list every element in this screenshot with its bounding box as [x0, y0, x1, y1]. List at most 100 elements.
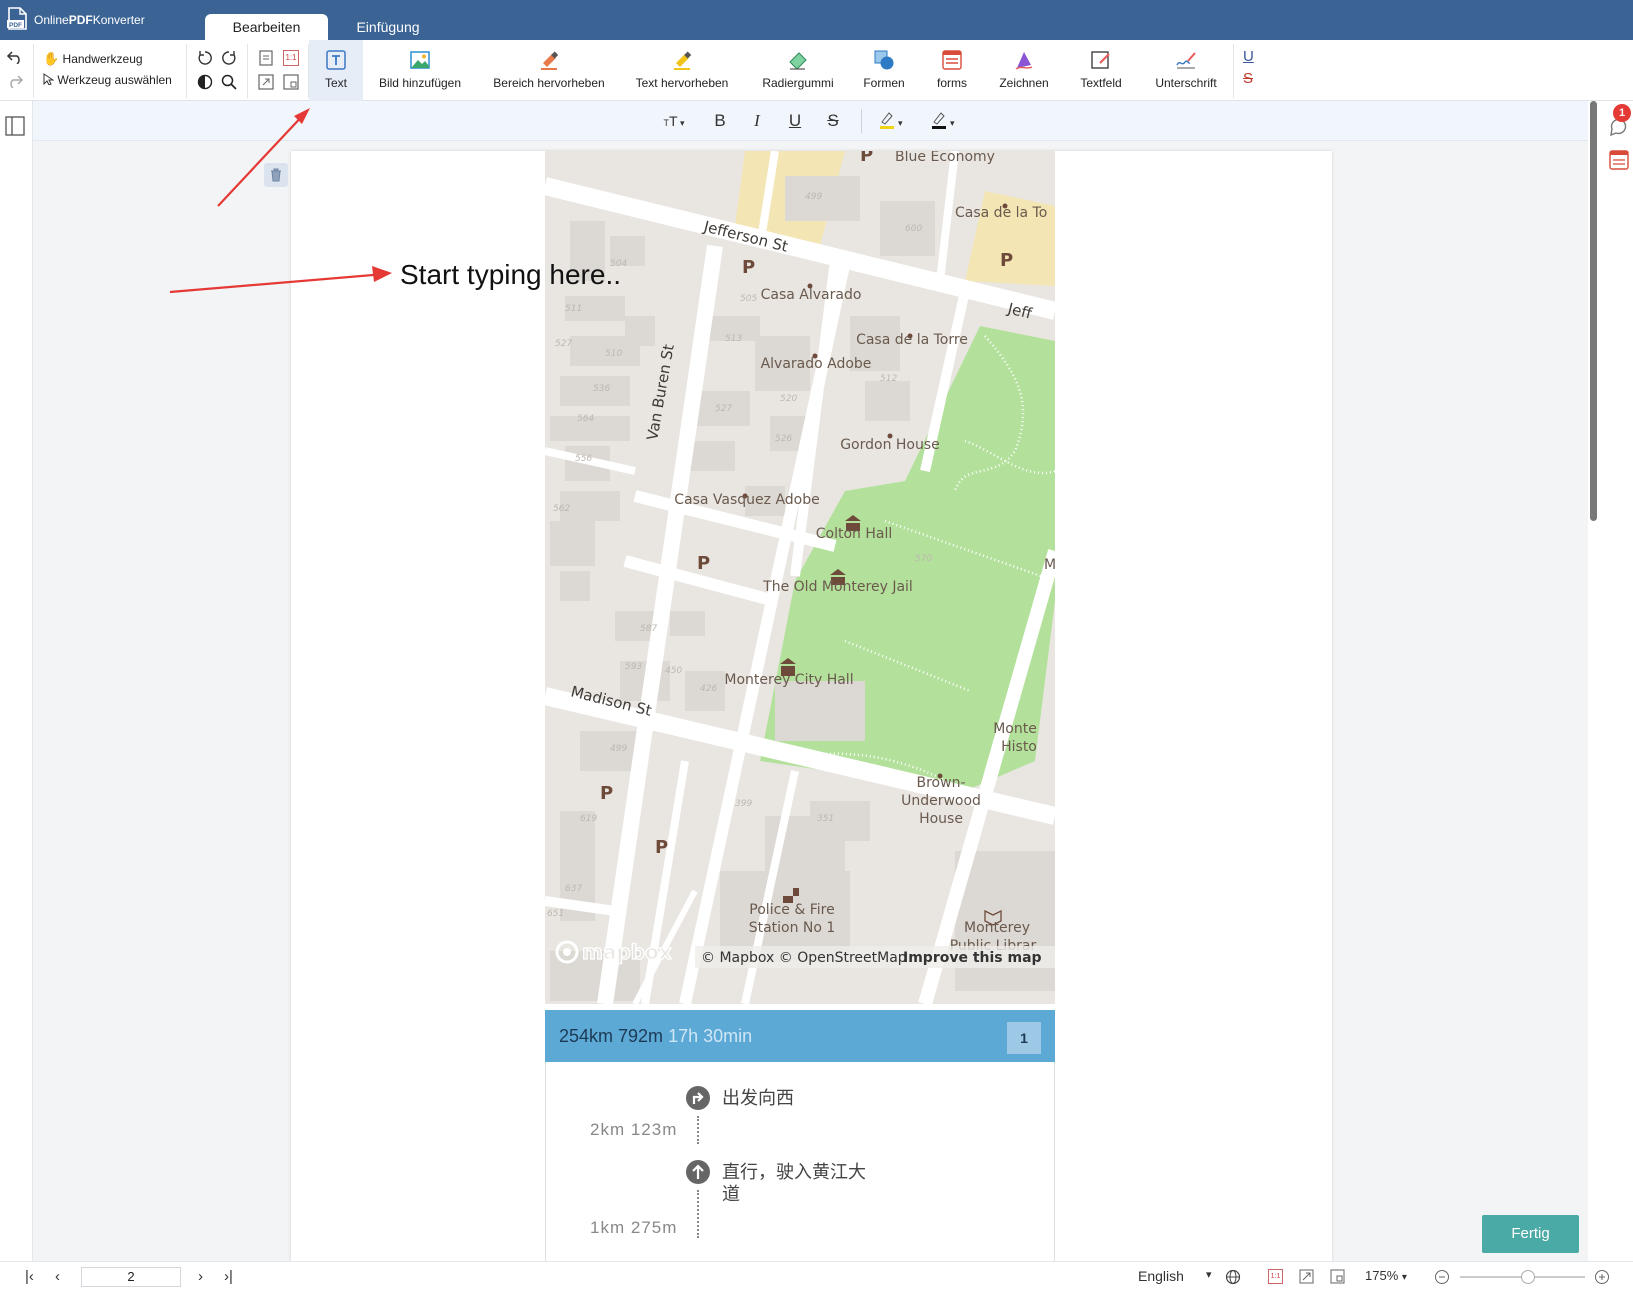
- redo-icon[interactable]: [6, 74, 24, 88]
- font-size-dropdown[interactable]: TT ▾: [659, 109, 689, 133]
- expand-icon[interactable]: [258, 74, 274, 90]
- route-step-text-cont: 道: [722, 1184, 740, 1204]
- svg-text:PDF: PDF: [9, 22, 22, 29]
- fit-width-icon[interactable]: [1299, 1269, 1314, 1284]
- strikethrough-button[interactable]: S: [823, 109, 843, 133]
- done-button[interactable]: Fertig: [1482, 1215, 1579, 1253]
- place-label: Casa de la Torre: [856, 332, 968, 348]
- text-input-placeholder[interactable]: Start typing here..: [400, 259, 621, 291]
- route-map: 499 600 505 504 511 527 510 513 512 536 …: [545, 151, 1055, 1004]
- map-number: 499: [610, 744, 627, 754]
- page-number-input[interactable]: 2: [81, 1267, 181, 1287]
- first-page-icon[interactable]: |‹: [25, 1268, 34, 1285]
- rotate-right-icon[interactable]: [221, 50, 237, 66]
- actual-size-icon[interactable]: 1:1: [283, 50, 299, 66]
- scroll-thumb[interactable]: [1590, 101, 1597, 521]
- textbox-label: Textfeld: [1080, 76, 1122, 90]
- highlight-color-dropdown[interactable]: ▾: [874, 109, 908, 133]
- next-page-icon[interactable]: ›: [198, 1268, 203, 1285]
- pdf-page[interactable]: 499 600 505 504 511 527 510 513 512 536 …: [264, 151, 1332, 1261]
- straight-arrow-icon: [686, 1160, 710, 1184]
- place-label: Monterey: [964, 920, 1030, 936]
- chevron-down-icon[interactable]: ▾: [1206, 1268, 1212, 1281]
- fit-page-icon[interactable]: [1330, 1269, 1345, 1284]
- improve-map-link[interactable]: Improve this map: [903, 950, 1042, 966]
- textbox-button[interactable]: Textfeld: [1074, 40, 1128, 101]
- place-label: Monterey City Hall: [724, 672, 853, 688]
- underline-tool-button[interactable]: U: [1243, 48, 1254, 65]
- place-label: Brown-: [917, 775, 966, 791]
- textbox-icon: [1091, 51, 1110, 69]
- zoom-icon[interactable]: [221, 74, 237, 90]
- eraser-button[interactable]: Radiergummi: [754, 40, 842, 101]
- tab-einfuegung[interactable]: Einfügung: [342, 14, 434, 40]
- text-color-dropdown[interactable]: ▾: [926, 109, 960, 133]
- rotate-left-icon[interactable]: [197, 50, 213, 66]
- route-step-text: 直行，驶入黄江大: [722, 1162, 866, 1182]
- parking-marker: P: [600, 783, 613, 804]
- draw-button[interactable]: Zeichnen: [992, 40, 1056, 101]
- highlight-area-button[interactable]: Bereich hervorheben: [488, 40, 610, 101]
- cursor-icon: [43, 73, 55, 86]
- toolbar: ✋ Handwerkzeug Werkzeug auswählen 1:1 Te…: [0, 40, 1633, 101]
- place-label: Underwood: [901, 793, 981, 809]
- vertical-scrollbar[interactable]: [1590, 101, 1598, 1261]
- map-number: 600: [905, 224, 922, 234]
- eraser-icon: [789, 52, 807, 70]
- eraser-label: Radiergummi: [762, 76, 834, 90]
- place-label: Gordon House: [840, 437, 940, 453]
- place-label: Colton Hall: [816, 526, 893, 542]
- route-steps: 出发向西 2km 123m 直行，驶入黄江大 道 1km 275m: [545, 1062, 1055, 1261]
- text-tool-button[interactable]: Text: [309, 40, 363, 101]
- map-number: 351: [817, 814, 834, 824]
- hand-tool-button[interactable]: ✋ Handwerkzeug: [43, 51, 143, 67]
- map-number: 520: [780, 394, 797, 404]
- signature-label: Unterschrift: [1155, 76, 1217, 90]
- bold-button[interactable]: B: [710, 109, 730, 133]
- route-step-text: 出发向西: [722, 1088, 794, 1108]
- notification-badge: 1: [1613, 104, 1631, 122]
- route-distance: 254km 792m 17h 30min: [559, 1026, 753, 1046]
- draw-icon: [1015, 52, 1033, 70]
- last-page-icon[interactable]: ›|: [224, 1268, 233, 1285]
- signature-button[interactable]: Unterschrift: [1150, 40, 1222, 101]
- forms-button[interactable]: forms: [930, 40, 974, 101]
- add-image-button[interactable]: Bild hinzufügen: [372, 40, 468, 101]
- map-number: 511: [565, 304, 582, 314]
- language-select[interactable]: English: [1138, 1268, 1184, 1284]
- map-number: 556: [575, 454, 592, 464]
- actual-size-icon[interactable]: 1:1: [1268, 1269, 1283, 1284]
- fit-page-icon[interactable]: [258, 50, 274, 66]
- parking-marker: P: [697, 553, 710, 574]
- map-number: 637: [565, 884, 582, 894]
- zoom-level-select[interactable]: 175% ▾: [1365, 1268, 1407, 1283]
- italic-button[interactable]: I: [747, 109, 767, 133]
- underline-button[interactable]: U: [785, 109, 805, 133]
- undo-icon[interactable]: [6, 50, 24, 64]
- route-step-badge: 1: [1007, 1022, 1041, 1054]
- signature-icon: [1176, 52, 1196, 69]
- map-number: 499: [805, 192, 822, 202]
- parking-marker: P: [655, 837, 668, 858]
- shapes-button[interactable]: Formen: [858, 40, 910, 101]
- shrink-icon[interactable]: [283, 74, 299, 90]
- highlight-text-button[interactable]: Text hervorheben: [628, 40, 736, 101]
- strike-tool-button[interactable]: S: [1243, 70, 1253, 87]
- place-label: Casa Alvarado: [761, 287, 862, 303]
- text-tool-icon: [326, 50, 346, 70]
- contrast-icon[interactable]: [197, 74, 213, 90]
- sidebar-toggle-icon[interactable]: [5, 116, 25, 136]
- globe-icon[interactable]: [1225, 1269, 1241, 1285]
- select-tool-button[interactable]: Werkzeug auswählen: [43, 73, 172, 87]
- tab-bearbeiten[interactable]: Bearbeiten: [205, 14, 328, 40]
- prev-page-icon[interactable]: ‹: [55, 1268, 60, 1285]
- forms-icon: [942, 50, 962, 70]
- form-panel-icon[interactable]: [1608, 149, 1630, 171]
- map-number: 570: [915, 554, 932, 564]
- zoom-in-icon[interactable]: [1594, 1269, 1610, 1285]
- zoom-slider-handle[interactable]: [1521, 1270, 1535, 1284]
- title-bar: PDF OnlinePDFKonverter Bearbeiten Einfüg…: [0, 0, 1633, 40]
- zoom-out-icon[interactable]: [1434, 1269, 1450, 1285]
- place-label: Alvarado Adobe: [761, 356, 872, 372]
- map-number: 399: [735, 799, 752, 809]
